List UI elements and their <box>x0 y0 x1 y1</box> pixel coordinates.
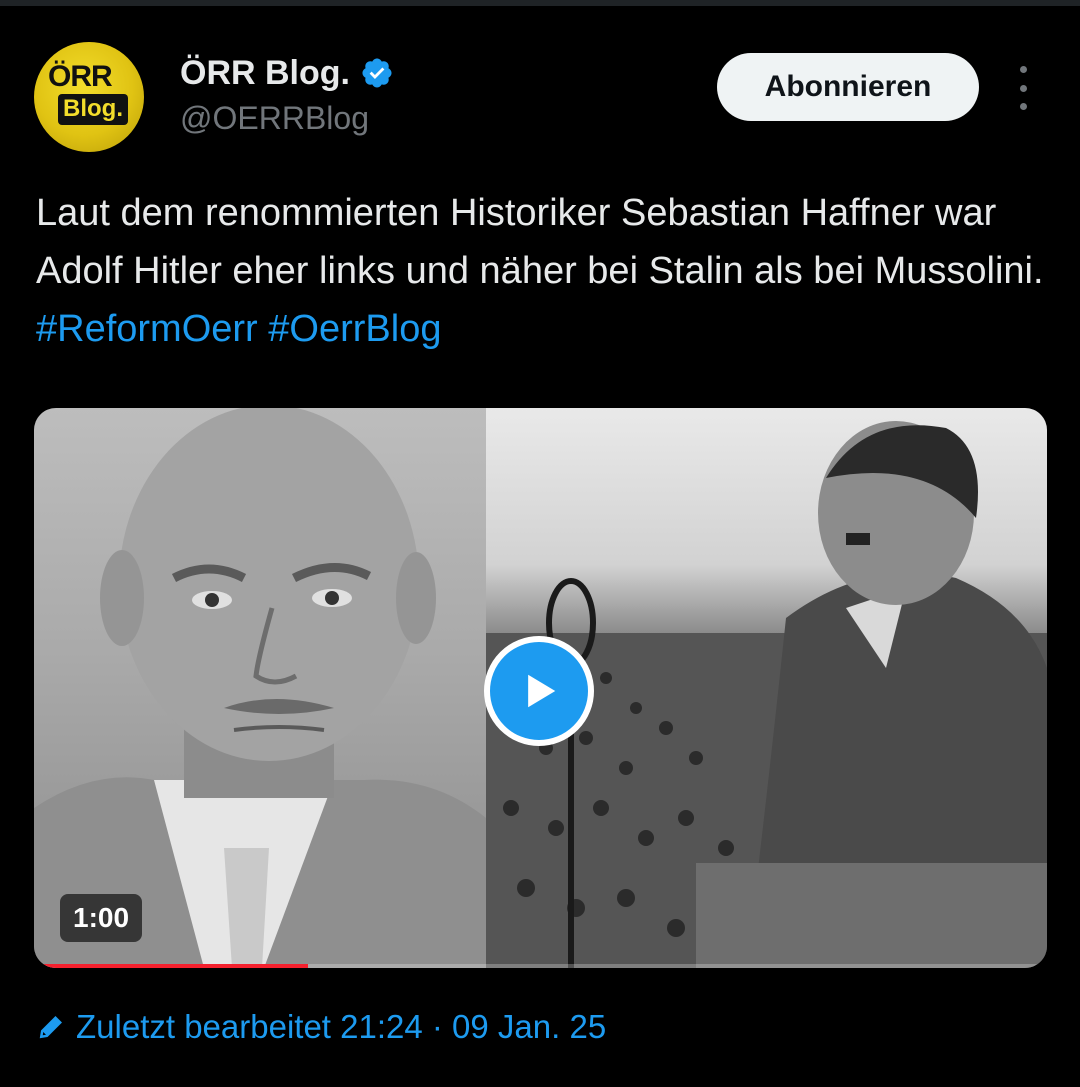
dot <box>1019 66 1027 73</box>
play-button[interactable] <box>484 636 594 746</box>
tweet-text: Laut dem renommierten Historiker Sebasti… <box>36 184 1056 358</box>
avatar-logo-top: ÖRR <box>48 60 113 93</box>
video-duration-badge: 1:00 <box>60 894 143 942</box>
author-handle[interactable]: @OERRBlog <box>180 102 369 134</box>
video-thumbnail-left <box>34 408 486 968</box>
edit-history-link[interactable]: Zuletzt bearbeitet 21:24 · 09 Jan. 25 <box>36 1010 606 1043</box>
tweet-body: Laut dem renommierten Historiker Sebasti… <box>36 192 1044 292</box>
avatar-logo-bottom: Blog. <box>58 94 128 125</box>
more-vertical-icon[interactable] <box>1008 66 1038 110</box>
author-name-row: ÖRR Blog. <box>180 56 394 90</box>
portrait-illustration <box>34 408 486 968</box>
author-display-name[interactable]: ÖRR Blog. <box>180 56 350 90</box>
avatar[interactable]: ÖRR Blog. <box>34 42 144 152</box>
verified-badge-icon <box>360 56 394 90</box>
dot <box>1019 84 1027 92</box>
hashtag-link[interactable]: #ReformOerr <box>36 308 258 350</box>
pencil-icon <box>36 1012 66 1042</box>
video-progress-fill <box>34 964 308 968</box>
dot <box>1019 103 1027 110</box>
follow-button[interactable]: Abonnieren <box>717 53 979 121</box>
play-icon <box>528 674 556 708</box>
video-progress-track[interactable] <box>34 964 1047 968</box>
edited-timestamp: Zuletzt bearbeitet 21:24 · 09 Jan. 25 <box>76 1008 607 1045</box>
video-player[interactable]: 1:00 <box>34 408 1047 968</box>
divider <box>0 0 1080 6</box>
hashtag-link[interactable]: #OerrBlog <box>268 308 441 350</box>
tweet-card: ÖRR Blog. ÖRR Blog. @OERRBlog Abonnieren… <box>0 0 1080 1087</box>
